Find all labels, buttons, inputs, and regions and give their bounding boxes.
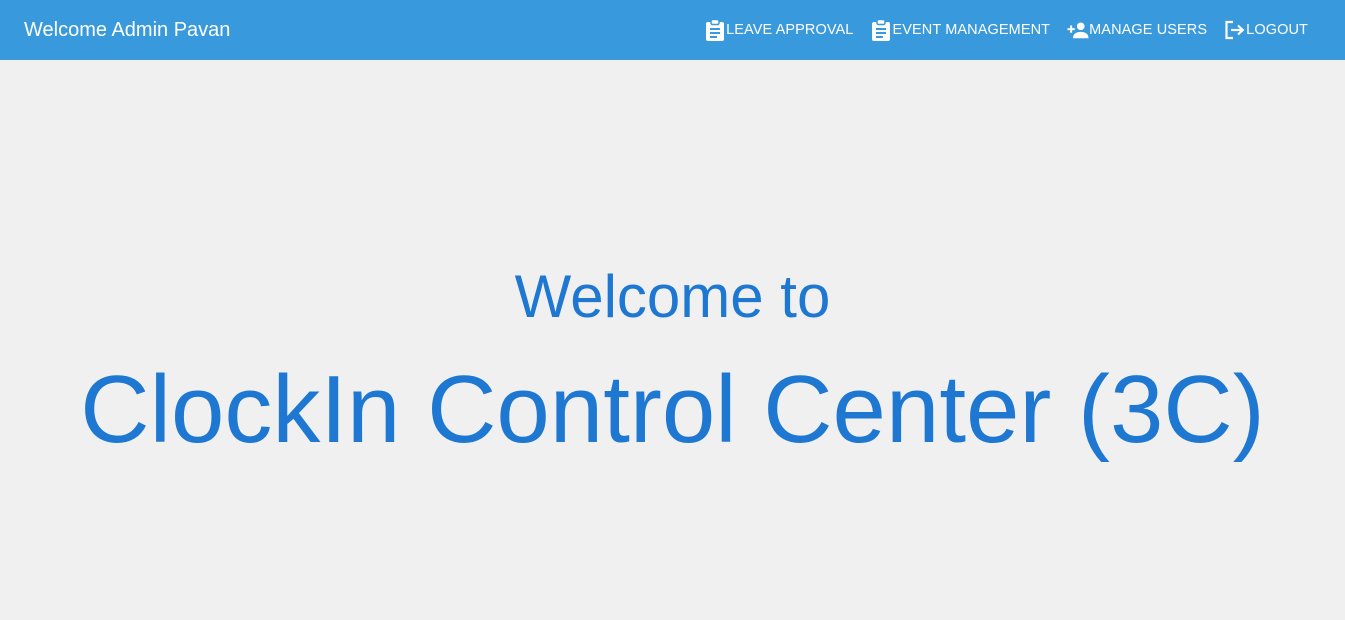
leave-approval-label: LEAVE APPROVAL: [726, 22, 854, 38]
manage-users-button[interactable]: MANAGE USERS: [1059, 12, 1215, 48]
hero-app-name: ClockIn Control Center (3C): [80, 356, 1265, 463]
logout-button[interactable]: LOGOUT: [1216, 12, 1316, 48]
manage-users-label: MANAGE USERS: [1089, 22, 1208, 38]
leave-approval-button[interactable]: LEAVE APPROVAL: [696, 12, 861, 48]
hero-section: Welcome to ClockIn Control Center (3C): [0, 60, 1345, 620]
person-add-icon: [1067, 19, 1089, 41]
top-nav: LEAVE APPROVAL EVENT MANAGEMENT MANAGE U…: [695, 0, 1316, 60]
hero-welcome-text: Welcome to: [514, 263, 831, 330]
logout-icon: [1224, 19, 1246, 41]
clipboard-icon: [870, 19, 892, 41]
welcome-title: Welcome Admin Pavan: [24, 18, 231, 41]
app-bar: Welcome Admin Pavan LEAVE APPROVAL EVENT…: [0, 0, 1345, 60]
event-management-button[interactable]: EVENT MANAGEMENT: [862, 12, 1058, 48]
logout-label: LOGOUT: [1246, 22, 1308, 38]
event-management-label: EVENT MANAGEMENT: [892, 22, 1051, 38]
clipboard-icon: [704, 19, 726, 41]
